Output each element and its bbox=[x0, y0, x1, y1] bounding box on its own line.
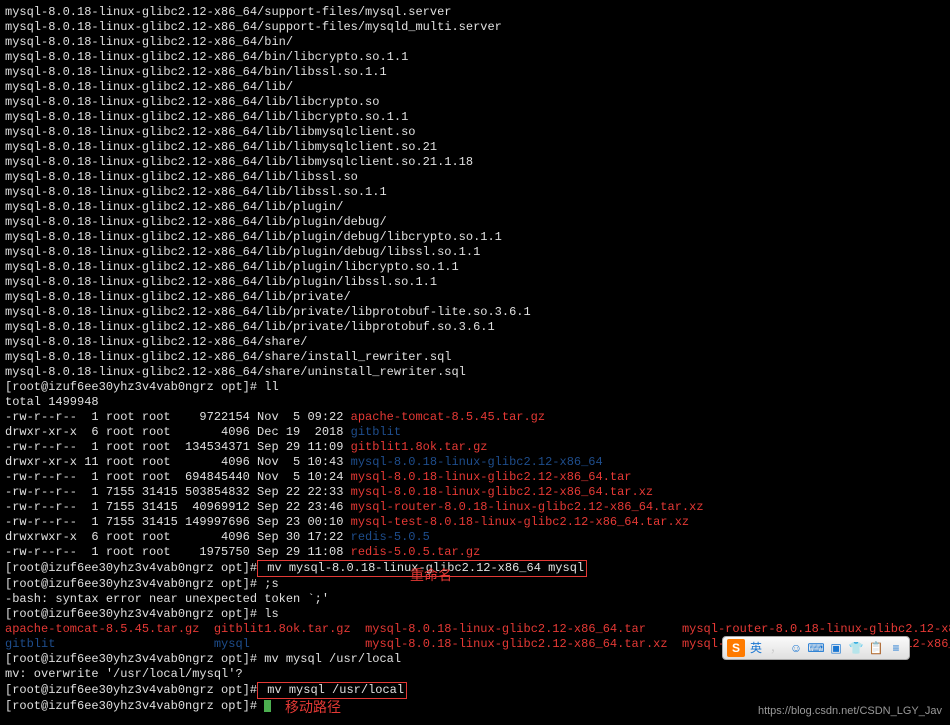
command-ls: ls bbox=[257, 607, 279, 621]
ime-menu-icon[interactable]: ≡ bbox=[887, 639, 905, 657]
ls-item: gitblit bbox=[5, 637, 55, 651]
ls-item: mysql bbox=[214, 637, 250, 651]
file-name: mysql-router-8.0.18-linux-glibc2.12-x86_… bbox=[351, 500, 704, 514]
shell-prompt: [root@izuf6ee30yhz3v4vab0ngrz opt]# bbox=[5, 652, 257, 666]
tar-output-line: mysql-8.0.18-linux-glibc2.12-x86_64/bin/… bbox=[5, 50, 408, 64]
file-perms: drwxr-xr-x 11 root root 4096 Nov 5 10:43 bbox=[5, 455, 351, 469]
ime-clipboard-icon[interactable]: 📋 bbox=[867, 639, 885, 657]
tar-output-line: mysql-8.0.18-linux-glibc2.12-x86_64/bin/… bbox=[5, 65, 387, 79]
tar-output-line: mysql-8.0.18-linux-glibc2.12-x86_64/lib/… bbox=[5, 290, 351, 304]
shell-prompt: [root@izuf6ee30yhz3v4vab0ngrz opt]# bbox=[5, 699, 257, 713]
file-name: gitblit1.8ok.tar.gz bbox=[351, 440, 488, 454]
tar-output-line: mysql-8.0.18-linux-glibc2.12-x86_64/lib/… bbox=[5, 275, 437, 289]
file-name: mysql-8.0.18-linux-glibc2.12-x86_64.tar.… bbox=[351, 485, 653, 499]
ime-logo-icon[interactable]: S bbox=[727, 639, 745, 657]
highlight-box-move: mv mysql /usr/local bbox=[257, 682, 407, 699]
annotation-rename: 重命名 bbox=[410, 568, 452, 583]
file-name: gitblit bbox=[351, 425, 401, 439]
file-perms: -rw-r--r-- 1 root root 1975750 Sep 29 11… bbox=[5, 545, 351, 559]
file-name: redis-5.0.5 bbox=[351, 530, 430, 544]
tar-output-line: mysql-8.0.18-linux-glibc2.12-x86_64/lib/… bbox=[5, 245, 480, 259]
file-name: mysql-8.0.18-linux-glibc2.12-x86_64 bbox=[351, 455, 603, 469]
tar-output-line: mysql-8.0.18-linux-glibc2.12-x86_64/lib/… bbox=[5, 230, 502, 244]
tar-output-line: mysql-8.0.18-linux-glibc2.12-x86_64/lib/… bbox=[5, 320, 495, 334]
bash-error: -bash: syntax error near unexpected toke… bbox=[5, 592, 329, 606]
tar-output-line: mysql-8.0.18-linux-glibc2.12-x86_64/lib/… bbox=[5, 140, 437, 154]
watermark-text: https://blog.csdn.net/CSDN_LGY_Jav bbox=[758, 704, 942, 719]
tar-output-line: mysql-8.0.18-linux-glibc2.12-x86_64/shar… bbox=[5, 350, 451, 364]
ime-skin-icon[interactable]: 👕 bbox=[847, 639, 865, 657]
shell-prompt: [root@izuf6ee30yhz3v4vab0ngrz opt]# bbox=[5, 577, 257, 591]
total-line: total 1499948 bbox=[5, 395, 99, 409]
file-name: apache-tomcat-8.5.45.tar.gz bbox=[351, 410, 545, 424]
command-ll: ll bbox=[257, 380, 279, 394]
ls-item: gitblit1.8ok.tar.gz bbox=[214, 622, 351, 636]
file-perms: drwxr-xr-x 6 root root 4096 Dec 19 2018 bbox=[5, 425, 351, 439]
shell-prompt: [root@izuf6ee30yhz3v4vab0ngrz opt]# bbox=[5, 683, 257, 697]
file-perms: -rw-r--r-- 1 7155 31415 503854832 Sep 22… bbox=[5, 485, 351, 499]
tar-output-line: mysql-8.0.18-linux-glibc2.12-x86_64/lib/… bbox=[5, 260, 459, 274]
tar-output-line: mysql-8.0.18-linux-glibc2.12-x86_64/lib/… bbox=[5, 305, 531, 319]
shell-prompt: [root@izuf6ee30yhz3v4vab0ngrz opt]# bbox=[5, 561, 257, 575]
ime-keyboard-icon[interactable]: ⌨ bbox=[807, 639, 825, 657]
tar-output-line: mysql-8.0.18-linux-glibc2.12-x86_64/lib/… bbox=[5, 200, 343, 214]
command-mv-local: mv mysql /usr/local bbox=[257, 652, 401, 666]
command-mv-local2: mv mysql /usr/local bbox=[260, 683, 404, 697]
file-perms: -rw-r--r-- 1 root root 134534371 Sep 29 … bbox=[5, 440, 351, 454]
tar-output-line: mysql-8.0.18-linux-glibc2.12-x86_64/lib/… bbox=[5, 155, 473, 169]
file-perms: -rw-r--r-- 1 7155 31415 40969912 Sep 22 … bbox=[5, 500, 351, 514]
ime-punct-button[interactable]: ， bbox=[767, 639, 785, 657]
command-typo: ;s bbox=[257, 577, 279, 591]
file-perms: -rw-r--r-- 1 7155 31415 149997696 Sep 23… bbox=[5, 515, 351, 529]
ls-item: mysql-8.0.18-linux-glibc2.12-x86_64.tar bbox=[365, 622, 646, 636]
shell-prompt: [root@izuf6ee30yhz3v4vab0ngrz opt]# bbox=[5, 607, 257, 621]
tar-output-line: mysql-8.0.18-linux-glibc2.12-x86_64/lib/ bbox=[5, 80, 293, 94]
file-name: redis-5.0.5.tar.gz bbox=[351, 545, 481, 559]
tar-output-line: mysql-8.0.18-linux-glibc2.12-x86_64/shar… bbox=[5, 365, 466, 379]
tar-output-line: mysql-8.0.18-linux-glibc2.12-x86_64/lib/… bbox=[5, 125, 415, 139]
ime-record-icon[interactable]: ▣ bbox=[827, 639, 845, 657]
ls-item: apache-tomcat-8.5.45.tar.gz bbox=[5, 622, 199, 636]
tar-output-line: mysql-8.0.18-linux-glibc2.12-x86_64/supp… bbox=[5, 20, 502, 34]
tar-output-line: mysql-8.0.18-linux-glibc2.12-x86_64/lib/… bbox=[5, 170, 358, 184]
mv-overwrite-prompt: mv: overwrite '/usr/local/mysql'? bbox=[5, 667, 243, 681]
tar-output-line: mysql-8.0.18-linux-glibc2.12-x86_64/supp… bbox=[5, 5, 451, 19]
shell-prompt: [root@izuf6ee30yhz3v4vab0ngrz opt]# bbox=[5, 380, 257, 394]
tar-output-line: mysql-8.0.18-linux-glibc2.12-x86_64/shar… bbox=[5, 335, 307, 349]
tar-output-line: mysql-8.0.18-linux-glibc2.12-x86_64/lib/… bbox=[5, 95, 379, 109]
terminal-output[interactable]: mysql-8.0.18-linux-glibc2.12-x86_64/supp… bbox=[5, 5, 945, 714]
tar-output-line: mysql-8.0.18-linux-glibc2.12-x86_64/lib/… bbox=[5, 110, 408, 124]
file-perms: -rw-r--r-- 1 root root 694845440 Nov 5 1… bbox=[5, 470, 351, 484]
file-name: mysql-test-8.0.18-linux-glibc2.12-x86_64… bbox=[351, 515, 689, 529]
ls-item: mysql-router-8.0.18-linux-glibc2.12-x86_… bbox=[682, 622, 950, 636]
cursor[interactable] bbox=[264, 700, 271, 712]
annotation-move-path: 移动路径 bbox=[285, 700, 341, 715]
tar-output-line: mysql-8.0.18-linux-glibc2.12-x86_64/lib/… bbox=[5, 185, 387, 199]
file-perms: drwxrwxr-x 6 root root 4096 Sep 30 17:22 bbox=[5, 530, 351, 544]
tar-output-line: mysql-8.0.18-linux-glibc2.12-x86_64/bin/ bbox=[5, 35, 293, 49]
ime-emoji-icon[interactable]: ☺ bbox=[787, 639, 805, 657]
file-name: mysql-8.0.18-linux-glibc2.12-x86_64.tar bbox=[351, 470, 632, 484]
tar-output-line: mysql-8.0.18-linux-glibc2.12-x86_64/lib/… bbox=[5, 215, 387, 229]
ime-lang-button[interactable]: 英 bbox=[747, 639, 765, 657]
file-perms: -rw-r--r-- 1 root root 9722154 Nov 5 09:… bbox=[5, 410, 351, 424]
ls-item: mysql-8.0.18-linux-glibc2.12-x86_64.tar.… bbox=[365, 637, 667, 651]
ime-toolbar[interactable]: S 英 ， ☺ ⌨ ▣ 👕 📋 ≡ bbox=[722, 636, 910, 660]
